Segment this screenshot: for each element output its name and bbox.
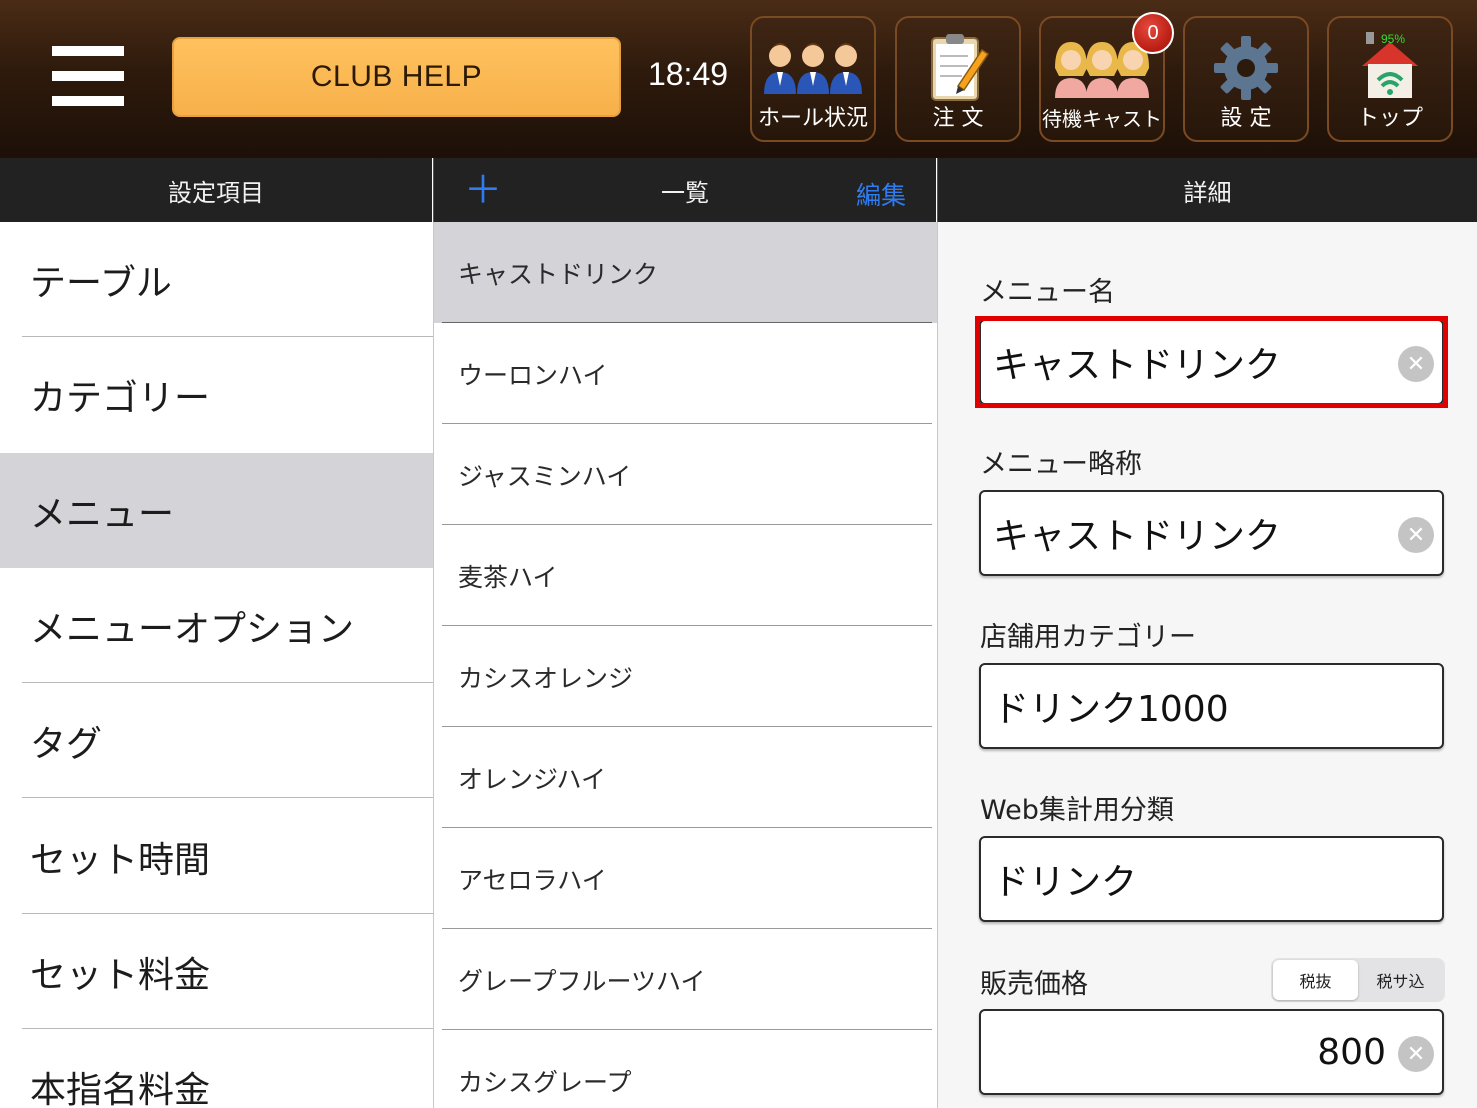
menu-name-input[interactable] <box>981 321 1442 403</box>
menu-name-field: ✕ <box>979 319 1444 405</box>
list-item[interactable]: アセロラハイ <box>434 828 937 929</box>
list-item[interactable]: グレープフルーツハイ <box>434 929 937 1030</box>
menu-short-label: メニュー略称 <box>980 449 1142 480</box>
hall-status-button[interactable]: ホール状況 <box>750 16 876 142</box>
waiting-count-badge: 0 <box>1132 12 1174 54</box>
order-button[interactable]: 注 文 <box>895 16 1021 142</box>
detail-column-header: 詳細 <box>937 158 1477 222</box>
hall-status-label: ホール状況 <box>757 106 868 131</box>
settings-item-nomination-fee[interactable]: 本指名料金 <box>0 1029 433 1108</box>
store-category-field <box>979 663 1444 749</box>
clear-icon[interactable]: ✕ <box>1398 1036 1434 1072</box>
list-column-header: ＋ 一覧 編集 <box>433 158 936 222</box>
list-item[interactable]: ウーロンハイ <box>434 323 937 424</box>
settings-label: 設 定 <box>1220 106 1272 131</box>
list-item-label: グレープフルーツハイ <box>458 966 706 996</box>
settings-list: テーブル カテゴリー メニュー メニューオプション タグ セット時間 セット料金… <box>0 222 433 1108</box>
settings-item-menu-option[interactable]: メニューオプション <box>0 568 433 683</box>
web-class-input[interactable] <box>981 838 1442 920</box>
list-item-label: カシスグレープ <box>458 1067 632 1097</box>
top-button[interactable]: 95% トップ <box>1327 16 1453 142</box>
order-label: 注 文 <box>932 106 984 131</box>
edit-button[interactable]: 編集 <box>856 176 906 212</box>
clear-icon[interactable]: ✕ <box>1398 346 1434 382</box>
list-item-label: ウーロンハイ <box>458 360 608 390</box>
list-item[interactable]: カシスグレープ <box>434 1030 937 1108</box>
list-item[interactable]: カシスオレンジ <box>434 626 937 727</box>
settings-item-label: メニューオプション <box>30 608 355 650</box>
price-field: ✕ <box>979 1009 1444 1095</box>
settings-item-table[interactable]: テーブル <box>0 222 433 337</box>
tax-included-option[interactable]: 税サ込 <box>1358 960 1443 1000</box>
web-class-label: Web集計用分類 <box>980 795 1174 826</box>
list-item[interactable]: キャストドリンク <box>434 222 937 323</box>
settings-item-label: 本指名料金 <box>30 1069 211 1108</box>
hamburger-menu-icon[interactable] <box>52 46 124 106</box>
clear-icon[interactable]: ✕ <box>1398 517 1434 553</box>
list-item-label: カシスオレンジ <box>458 663 634 693</box>
settings-item-label: テーブル <box>30 262 172 304</box>
list-item-label: オレンジハイ <box>458 764 607 794</box>
list-title: 一覧 <box>661 178 709 207</box>
settings-item-label: タグ <box>30 723 103 765</box>
price-input[interactable] <box>981 1011 1442 1093</box>
clock: 18:49 <box>647 56 729 92</box>
top-bar: CLUB HELP 18:49 ホール状況 注 文 待機キャスト 0 設 定 9… <box>0 0 1477 158</box>
store-category-input[interactable] <box>981 665 1442 747</box>
waiting-cast-label: 待機キャスト <box>1042 107 1162 131</box>
top-label: トップ <box>1356 106 1423 131</box>
detail-panel: メニュー名 ✕ メニュー略称 ✕ 店舗用カテゴリー Web集計用分類 販売価格 … <box>937 222 1477 1108</box>
add-icon[interactable]: ＋ <box>464 170 502 210</box>
settings-item-set-time[interactable]: セット時間 <box>0 799 433 914</box>
settings-item-label: カテゴリー <box>30 377 211 419</box>
list-item-label: ジャスミンハイ <box>458 461 632 491</box>
list-item[interactable]: ジャスミンハイ <box>434 424 937 525</box>
settings-item-menu[interactable]: メニュー <box>0 453 433 568</box>
battery-text: 95% <box>1381 32 1406 46</box>
list-item-label: 麦茶ハイ <box>458 562 558 592</box>
settings-column-header: 設定項目 <box>0 158 432 222</box>
gear-icon <box>1185 26 1307 110</box>
staff-group-icon <box>752 26 874 110</box>
club-help-button[interactable]: CLUB HELP <box>172 37 621 117</box>
menu-short-input[interactable] <box>981 492 1442 574</box>
settings-item-label: セット料金 <box>30 954 211 996</box>
menu-name-label: メニュー名 <box>980 277 1115 308</box>
tax-excluded-option[interactable]: 税抜 <box>1273 960 1358 1000</box>
settings-item-category[interactable]: カテゴリー <box>0 337 433 452</box>
list-item-label: アセロラハイ <box>458 865 607 895</box>
web-class-field <box>979 836 1444 922</box>
list-item-label: キャストドリンク <box>458 259 659 289</box>
menu-short-field: ✕ <box>979 490 1444 576</box>
settings-button[interactable]: 設 定 <box>1183 16 1309 142</box>
clipboard-pencil-icon <box>897 26 1019 110</box>
store-category-label: 店舗用カテゴリー <box>980 622 1196 653</box>
list-item[interactable]: 麦茶ハイ <box>434 525 937 626</box>
settings-item-set-fee[interactable]: セット料金 <box>0 914 433 1029</box>
list-item[interactable]: オレンジハイ <box>434 727 937 828</box>
tax-toggle: 税抜 税サ込 <box>1271 958 1445 1002</box>
settings-item-tag[interactable]: タグ <box>0 683 433 798</box>
settings-item-label: メニュー <box>30 493 175 535</box>
menu-list: キャストドリンク ウーロンハイ ジャスミンハイ 麦茶ハイ カシスオレンジ オレン… <box>433 222 937 1108</box>
price-label: 販売価格 <box>980 969 1088 1000</box>
settings-item-label: セット時間 <box>30 839 211 881</box>
